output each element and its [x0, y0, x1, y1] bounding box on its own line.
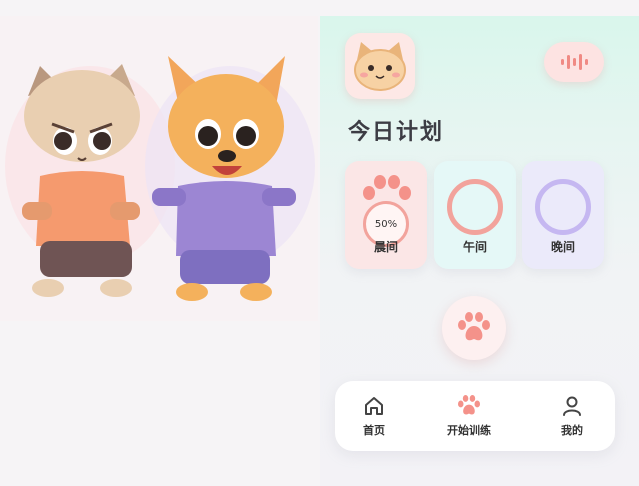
sound-wave-icon: [561, 54, 588, 70]
paw-action-button[interactable]: [442, 296, 506, 360]
plan-card-label: 晚间: [550, 240, 575, 254]
avatar[interactable]: [345, 33, 415, 99]
cat-face-icon: [354, 42, 406, 91]
plan-card-morning[interactable]: 50% 晨间: [345, 161, 427, 269]
nav-label: 开始训练: [447, 424, 491, 437]
plan-card-label: 午间: [462, 240, 487, 254]
plan-card-label: 晨间: [373, 240, 398, 254]
home-icon: [365, 397, 383, 415]
paw-progress-icon: [363, 175, 411, 200]
plan-card-noon[interactable]: 午间: [434, 161, 516, 269]
illustration-panel: [0, 0, 318, 486]
page-title: 今日计划: [348, 120, 445, 145]
nav-label: 我的: [561, 424, 583, 437]
progress-ring: [535, 179, 591, 235]
bottom-nav: 首页 开始训练 我的: [335, 381, 615, 451]
app-panel: 今日计划 50% 晨间 午间 晚间 首页 开始训练 我的: [320, 16, 639, 486]
nav-label: 首页: [363, 424, 385, 437]
cat-and-dog-workout-illustration: [0, 16, 318, 321]
user-icon: [563, 396, 581, 416]
screen: 今日计划 50% 晨间 午间 晚间 首页 开始训练 我的: [0, 0, 639, 486]
plan-card-evening[interactable]: 晚间: [522, 161, 604, 269]
nav-item-home[interactable]: 首页: [363, 395, 385, 438]
voice-button[interactable]: [544, 42, 604, 82]
paw-icon: [458, 395, 480, 415]
nav-item-start-training[interactable]: 开始训练: [447, 395, 491, 438]
nav-item-profile[interactable]: 我的: [561, 395, 583, 438]
progress-ring: [447, 179, 503, 235]
paw-icon: [458, 312, 490, 341]
